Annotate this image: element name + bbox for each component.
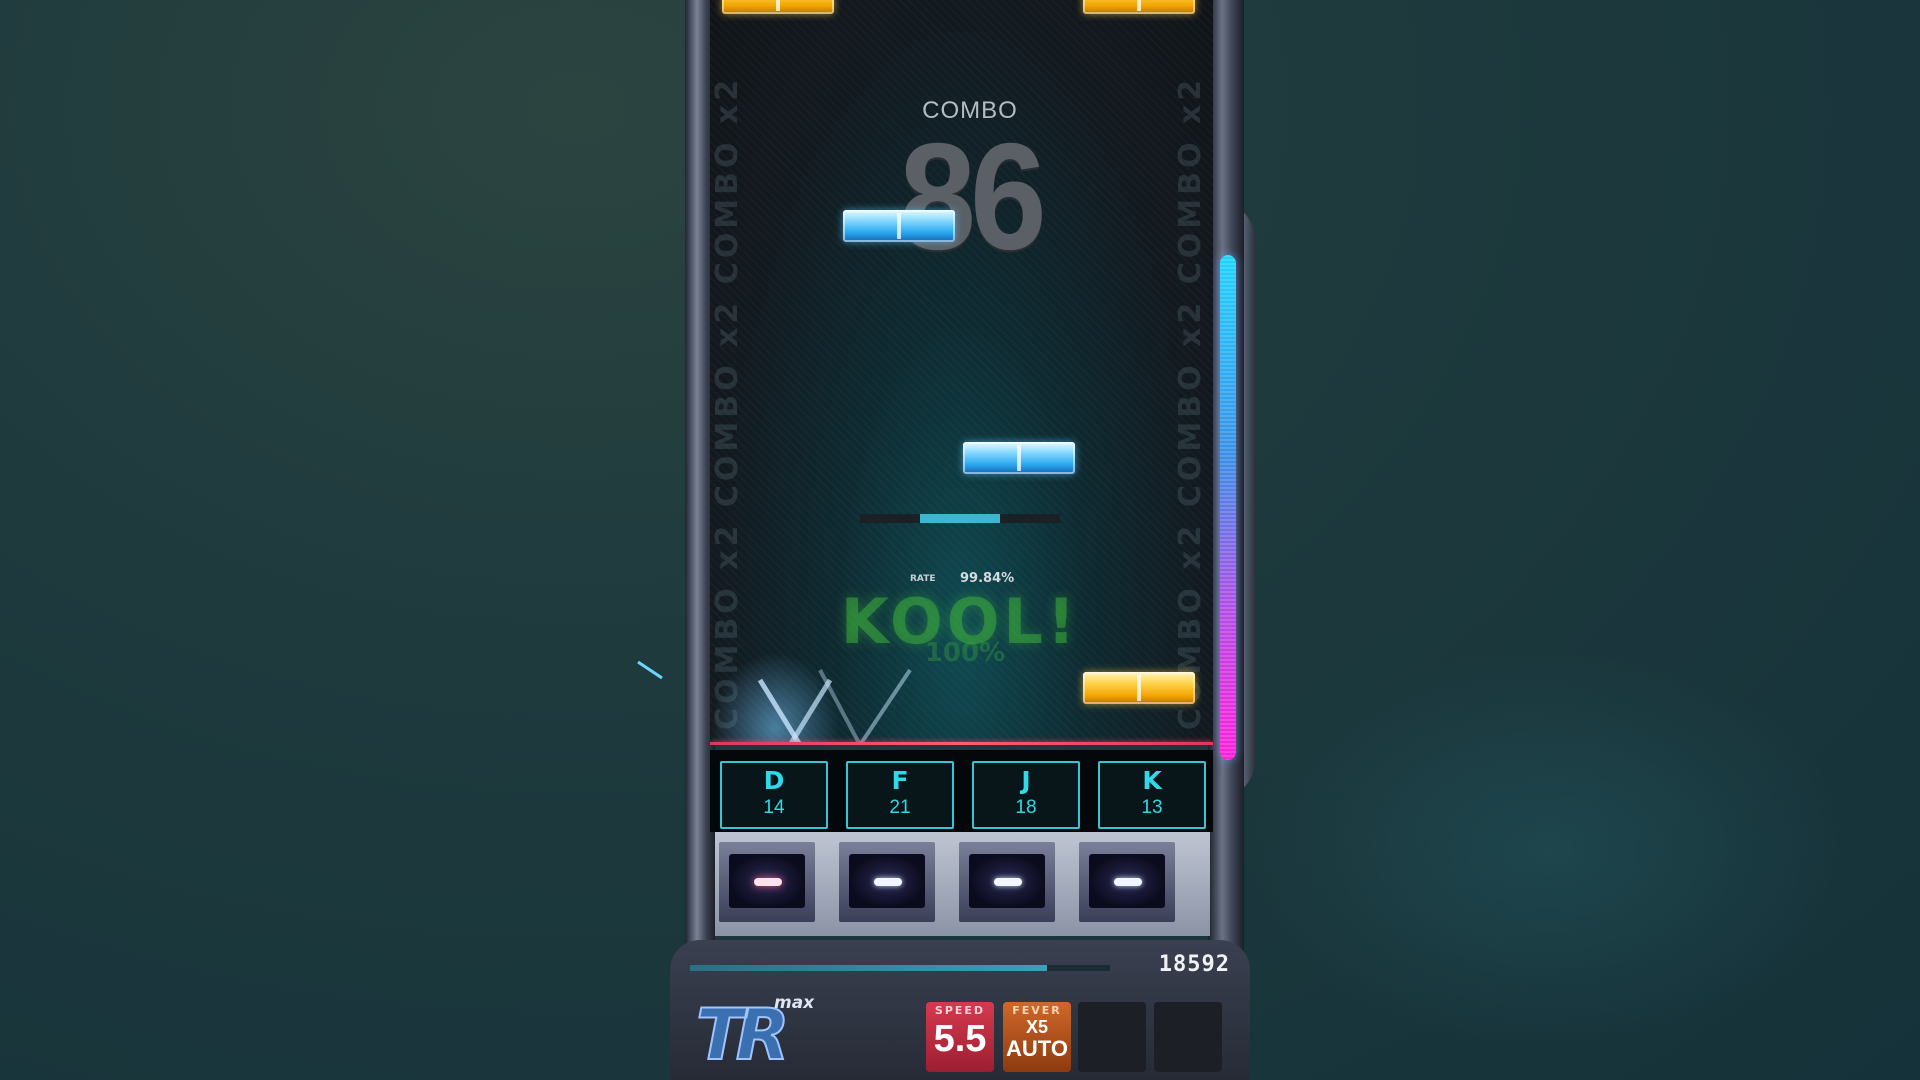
- fever-side-meter: [1220, 255, 1236, 760]
- key-indicator-j: J 18: [972, 761, 1080, 829]
- key-indicator-d: D 14: [720, 761, 828, 829]
- key-label: F: [891, 766, 909, 795]
- key-indicator-row: D 14 F 21 J 18 K 13: [710, 750, 1213, 832]
- fever-label: FEVER: [1012, 1004, 1062, 1017]
- note-lane-1: [722, 0, 834, 14]
- logo-sub-text: max: [774, 993, 815, 1013]
- fever-multiplier: X5: [1025, 1017, 1049, 1037]
- lane-button-1[interactable]: [719, 842, 815, 922]
- lane-button-3[interactable]: [959, 842, 1055, 922]
- note-lane-4-near: [1083, 672, 1195, 704]
- key-label: K: [1142, 766, 1162, 795]
- speed-panel: SPEED 5.5: [926, 1002, 994, 1072]
- song-progress-bar: [690, 965, 1110, 971]
- speed-label: SPEED: [934, 1004, 986, 1017]
- key-label: D: [763, 766, 785, 795]
- logo-main-text: TR: [695, 994, 791, 1076]
- side-text-left: COMBO x2 COMBO x2 COMBO x2: [710, 75, 745, 730]
- key-indicator-k: K 13: [1098, 761, 1206, 829]
- lane-button-row: [715, 832, 1210, 936]
- background-glow: [1250, 650, 1850, 1050]
- note-lane-4: [1083, 0, 1195, 14]
- timing-gauge-fill: [920, 514, 1000, 523]
- spark-effect: [637, 660, 663, 680]
- hit-effect-rays: [757, 668, 912, 745]
- key-hit-count: 21: [889, 797, 911, 818]
- note-lane-2: [843, 210, 955, 242]
- score-value: 18592: [1158, 952, 1230, 977]
- song-progress-fill: [690, 965, 1047, 971]
- fever-mode: AUTO: [1006, 1036, 1068, 1061]
- side-text-right: COMBO x2 COMBO x2 COMBO x2: [1173, 75, 1208, 730]
- rate-value: 99.84%: [960, 571, 1015, 586]
- game-logo: TR max: [695, 993, 816, 1076]
- empty-item-slot-2: [1154, 1002, 1222, 1072]
- bottom-status-panel: 18592 TR max SPEED 5.5 FEVER X5 AUTO: [670, 940, 1250, 1080]
- combo-counter: 86: [899, 112, 1047, 282]
- empty-item-slot-1: [1078, 1002, 1146, 1072]
- speed-value: 5.5: [933, 1018, 987, 1060]
- rate-label: RATE: [910, 574, 936, 584]
- key-hit-count: 18: [1015, 797, 1037, 818]
- key-label: J: [1021, 766, 1031, 795]
- lane-button-2[interactable]: [839, 842, 935, 922]
- key-hit-count: 14: [763, 797, 785, 818]
- fever-panel: FEVER X5 AUTO: [1003, 1002, 1071, 1072]
- judgement-line: [710, 742, 1213, 745]
- key-indicator-f: F 21: [846, 761, 954, 829]
- note-lane-3: [963, 442, 1075, 474]
- lane-button-4[interactable]: [1079, 842, 1175, 922]
- note-playfield: COMBO x2 COMBO x2 COMBO x2 COMBO x2 COMB…: [710, 0, 1213, 745]
- key-hit-count: 13: [1141, 797, 1163, 818]
- timing-gauge: [860, 514, 1060, 523]
